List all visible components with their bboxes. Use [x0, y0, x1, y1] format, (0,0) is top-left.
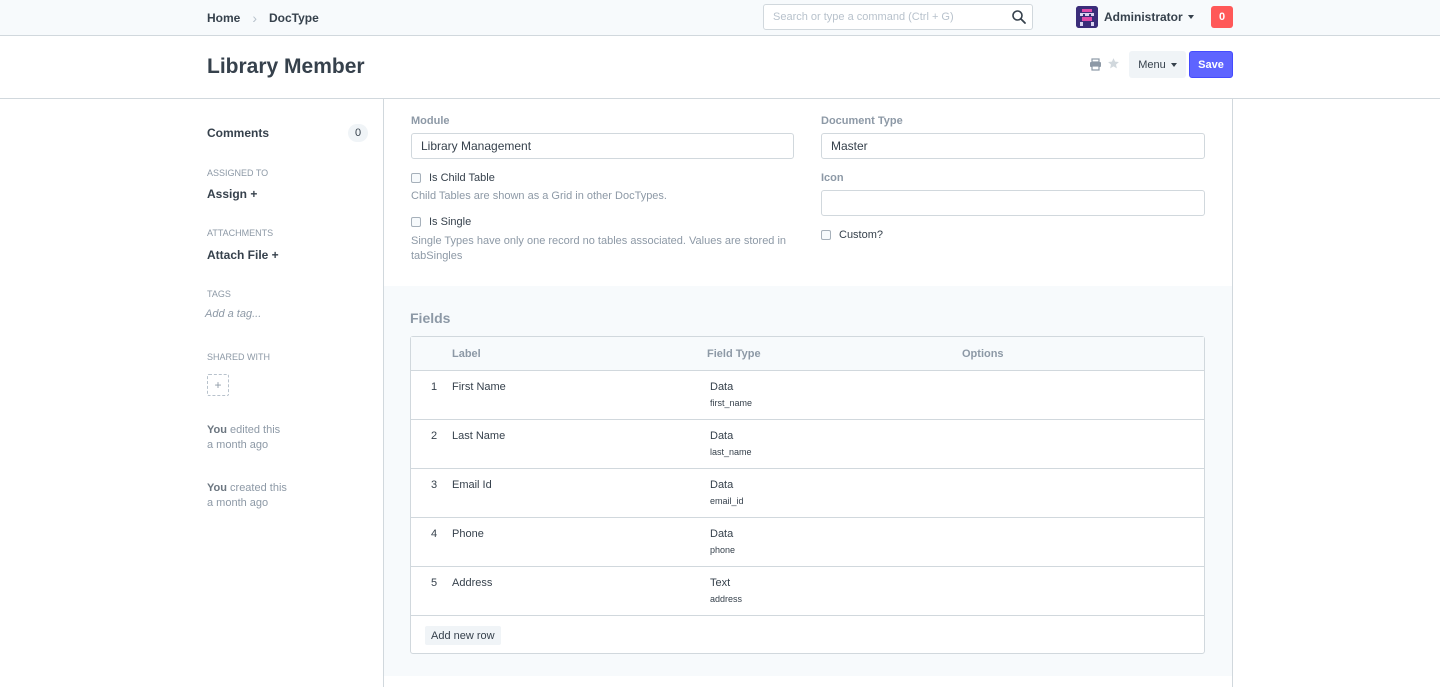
chevron-down-icon: [1170, 62, 1177, 67]
star-icon[interactable]: [1107, 57, 1120, 70]
add-new-row-button[interactable]: Add new row: [425, 626, 501, 645]
row-index: 4: [431, 528, 438, 540]
icon-field[interactable]: [821, 190, 1205, 216]
row-fieldname: address: [710, 594, 743, 604]
checkbox-icon[interactable]: [411, 217, 421, 227]
menu-button[interactable]: Menu: [1129, 51, 1186, 78]
is-child-table-label: Is Child Table: [429, 172, 495, 184]
awesome-bar: [763, 4, 1033, 30]
activity-item: You created this a month ago: [207, 481, 287, 511]
share-add-button[interactable]: +: [207, 374, 229, 396]
form-section: Module Library Management Is Child Table…: [384, 99, 1232, 286]
fields-section-title: Fields: [410, 310, 451, 326]
navbar: Home › DocType Administrator 0: [0, 0, 1440, 36]
module-label: Module: [411, 115, 450, 127]
is-child-table-help: Child Tables are shown as a Grid in othe…: [411, 190, 667, 202]
is-single-help: Single Types have only one record no tab…: [411, 234, 791, 264]
notification-badge[interactable]: 0: [1211, 6, 1233, 28]
add-tag-input[interactable]: Add a tag...: [205, 308, 261, 320]
is-single-help-line: tabSingles: [411, 250, 463, 262]
chevron-down-icon: [1187, 15, 1194, 19]
user-name: Administrator: [1104, 10, 1183, 24]
activity-item: You edited this a month ago: [207, 423, 280, 453]
shared-with-label: SHARED WITH: [207, 352, 270, 362]
row-fieldname: email_id: [710, 496, 744, 506]
column-header-options: Options: [962, 348, 1004, 360]
page-head: Library Member Menu Save: [0, 36, 1440, 99]
fields-section: Fields Label Field Type Options 1 First …: [384, 286, 1232, 676]
document-type-label: Document Type: [821, 115, 903, 127]
custom-label: Custom?: [839, 229, 884, 241]
is-single-label: Is Single: [429, 216, 472, 228]
activity-user: You: [207, 482, 227, 494]
fields-grid: Label Field Type Options 1 First Name Da…: [410, 336, 1205, 654]
checkbox-icon[interactable]: [411, 173, 421, 183]
row-index: 2: [431, 430, 438, 442]
activity-action: edited this: [230, 424, 281, 436]
grid-row[interactable]: 2 Last Name Data last_name: [411, 420, 1204, 469]
assigned-to-label: ASSIGNED TO: [207, 168, 269, 178]
row-fieldname: first_name: [710, 398, 753, 408]
row-fieldtype[interactable]: Data: [710, 430, 733, 442]
tags-label: TAGS: [207, 289, 231, 299]
row-fieldtype[interactable]: Text: [710, 577, 730, 589]
comments-count-badge: 0: [348, 124, 368, 142]
row-index: 3: [431, 479, 438, 491]
row-fieldtype[interactable]: Data: [710, 528, 733, 540]
activity-action: created this: [230, 482, 287, 494]
row-label[interactable]: Address: [452, 577, 492, 589]
row-label[interactable]: Phone: [452, 528, 484, 540]
row-fieldname: last_name: [710, 447, 752, 457]
layout-divider: [1232, 99, 1233, 687]
activity-user: You: [207, 424, 227, 436]
comments-link[interactable]: Comments: [207, 126, 269, 140]
grid-row[interactable]: 3 Email Id Data email_id: [411, 469, 1204, 518]
attachments-label: ATTACHMENTS: [207, 228, 274, 238]
icon-label: Icon: [821, 172, 844, 184]
is-child-table-checkbox[interactable]: Is Child Table: [411, 172, 495, 184]
module-field[interactable]: Library Management: [411, 133, 794, 159]
breadcrumb: Home › DocType: [207, 10, 319, 26]
row-label[interactable]: First Name: [452, 381, 506, 393]
column-header-label: Label: [452, 348, 481, 360]
attach-file-link[interactable]: Attach File +: [207, 248, 279, 262]
menu-button-label: Menu: [1138, 58, 1166, 71]
grid-row[interactable]: 5 Address Text address: [411, 567, 1204, 616]
assign-link[interactable]: Assign +: [207, 187, 257, 201]
user-menu[interactable]: Administrator: [1076, 6, 1194, 28]
search-input[interactable]: [764, 5, 1004, 29]
checkbox-icon[interactable]: [821, 230, 831, 240]
activity-time: a month ago: [207, 439, 269, 451]
activity-time: a month ago: [207, 497, 269, 509]
row-fieldtype[interactable]: Data: [710, 479, 733, 491]
row-fieldname: phone: [710, 545, 736, 555]
breadcrumb-home[interactable]: Home: [207, 11, 240, 25]
custom-checkbox[interactable]: Custom?: [821, 229, 883, 241]
save-button[interactable]: Save: [1189, 51, 1233, 78]
avatar: [1076, 6, 1098, 28]
row-label[interactable]: Email Id: [452, 479, 492, 491]
print-icon[interactable]: [1089, 58, 1102, 71]
avatar-image-icon: [1076, 6, 1098, 28]
grid-header: Label Field Type Options: [411, 337, 1204, 371]
is-single-help-line: Single Types have only one record no tab…: [411, 235, 787, 247]
row-fieldtype[interactable]: Data: [710, 381, 733, 393]
grid-row[interactable]: 4 Phone Data phone: [411, 518, 1204, 567]
column-header-field-type: Field Type: [707, 348, 761, 360]
is-single-checkbox[interactable]: Is Single: [411, 216, 471, 228]
breadcrumb-separator-icon: ›: [252, 10, 258, 26]
row-index: 1: [431, 381, 438, 393]
page-title: Library Member: [207, 55, 365, 78]
search-icon[interactable]: [1011, 9, 1027, 25]
row-label[interactable]: Last Name: [452, 430, 505, 442]
breadcrumb-doctype[interactable]: DocType: [269, 11, 319, 25]
row-index: 5: [431, 577, 438, 589]
grid-row[interactable]: 1 First Name Data first_name: [411, 371, 1204, 420]
document-type-select[interactable]: Master: [821, 133, 1205, 159]
